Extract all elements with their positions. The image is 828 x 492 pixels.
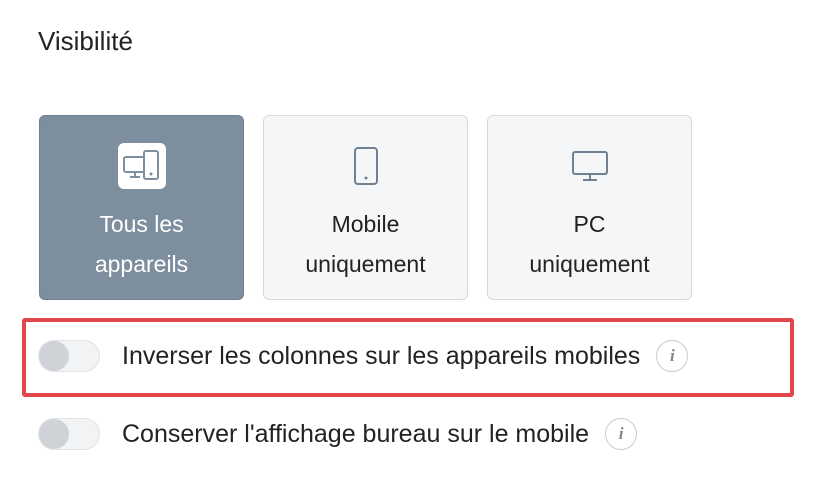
section-title: Visibilité xyxy=(38,26,133,56)
option-pc-only[interactable]: PC uniquement xyxy=(487,115,692,300)
setting-row-invert-columns: Inverser les colonnes sur les appareils … xyxy=(38,340,689,372)
info-icon[interactable]: i xyxy=(656,340,689,372)
option-all-devices[interactable]: Tous les appareils xyxy=(39,115,244,300)
keep-desktop-toggle[interactable] xyxy=(38,418,100,450)
option-all-devices-label: Tous les appareils xyxy=(94,211,189,277)
invert-columns-label: Inverser les colonnes sur les appareils … xyxy=(122,341,641,370)
setting-row-keep-desktop: Conserver l'affichage bureau sur le mobi… xyxy=(38,418,638,450)
invert-columns-toggle[interactable] xyxy=(38,340,100,372)
option-mobile-only[interactable]: Mobile uniquement xyxy=(263,115,468,300)
info-icon[interactable]: i xyxy=(605,418,638,450)
option-pc-only-label: PC uniquement xyxy=(529,211,650,277)
keep-desktop-label: Conserver l'affichage bureau sur le mobi… xyxy=(122,419,590,448)
toggle-knob xyxy=(39,341,69,371)
toggle-knob xyxy=(39,419,69,449)
desktop-icon xyxy=(570,144,610,188)
mobile-icon xyxy=(353,144,379,188)
option-mobile-only-label: Mobile uniquement xyxy=(305,211,426,277)
all-devices-icon xyxy=(117,143,166,189)
